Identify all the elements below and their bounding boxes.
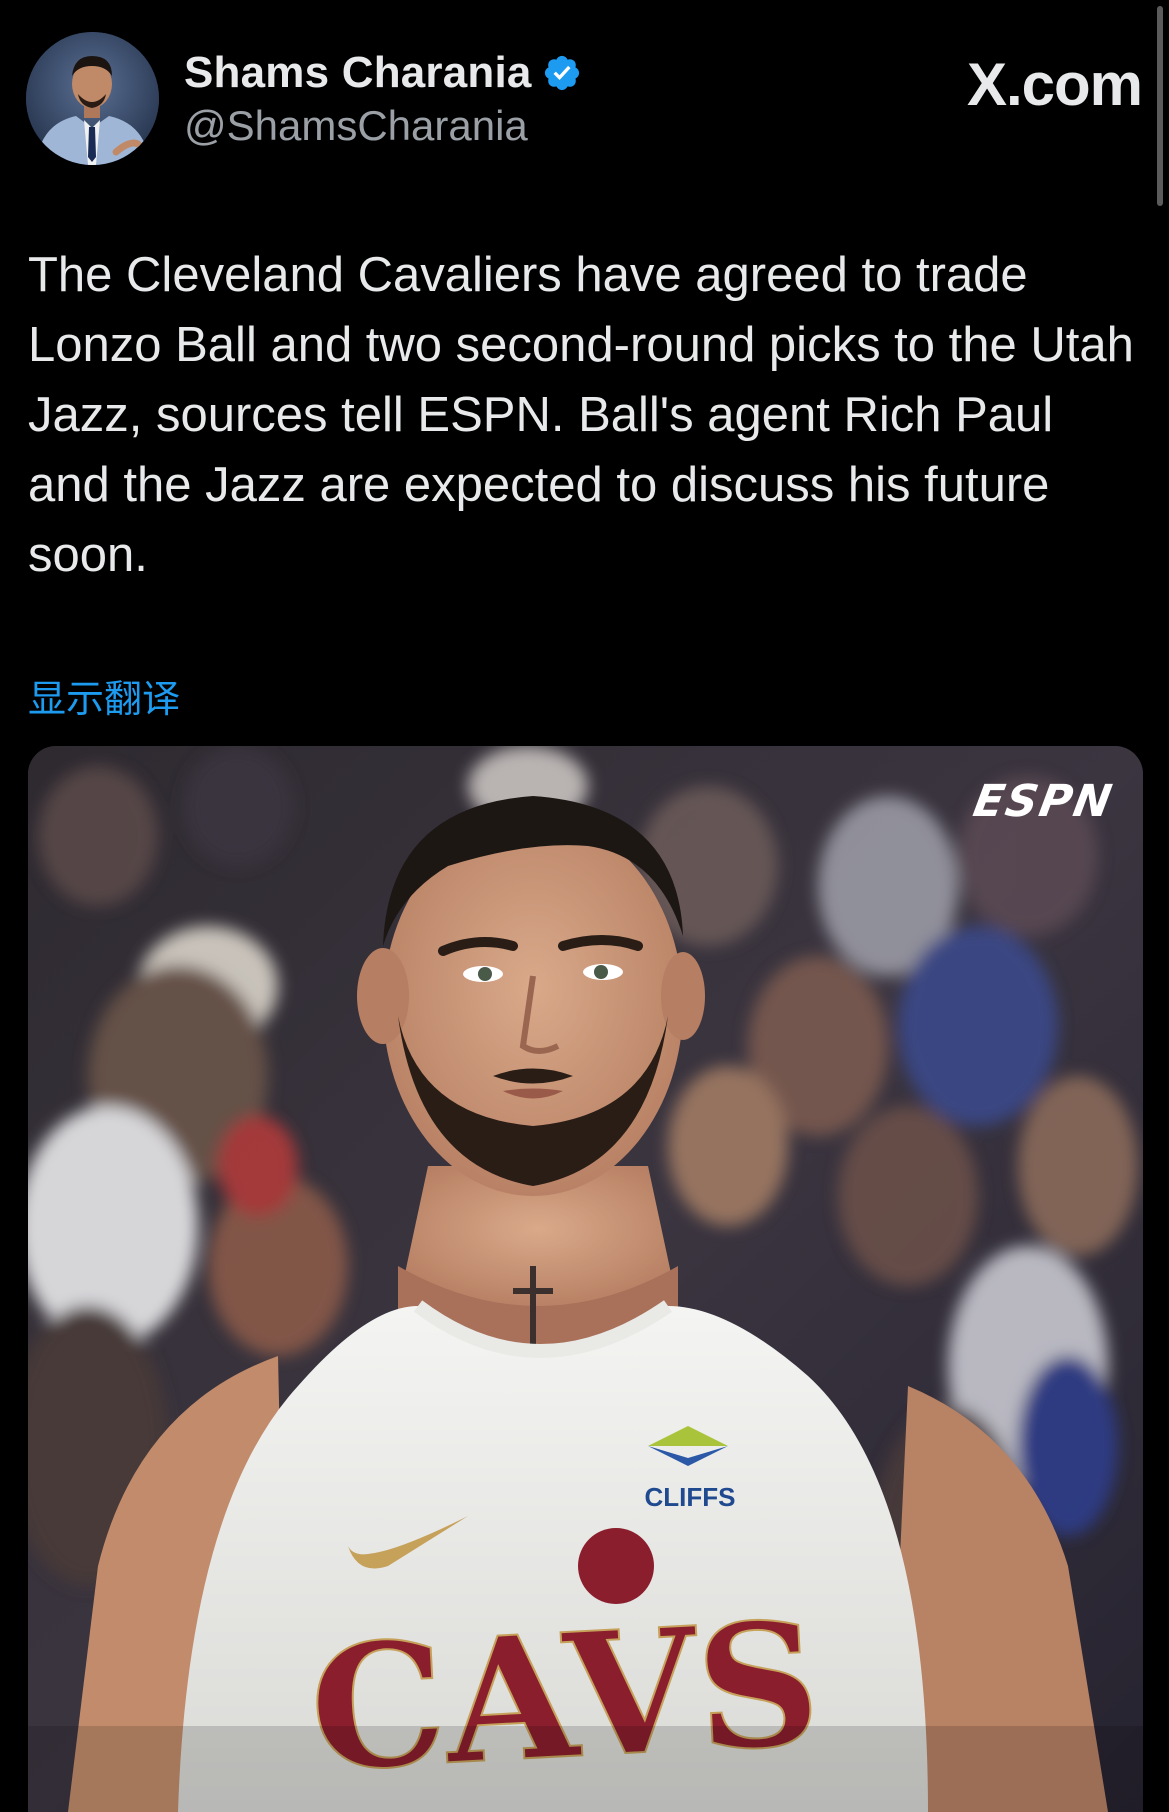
author-info[interactable]: Shams Charania @ShamsCharania (184, 48, 582, 150)
x-com-brand: X.com (966, 50, 1143, 119)
profile-photo (26, 32, 159, 165)
brand-label: X.com (966, 51, 1143, 118)
scrollbar[interactable] (1157, 6, 1163, 206)
lonzo-ball-photo: CLIFFS CAVS (28, 746, 1143, 1812)
tweet-text: The Cleveland Cavaliers have agreed to t… (28, 248, 1134, 582)
display-name[interactable]: Shams Charania (184, 48, 532, 98)
jersey-sponsor: CLIFFS (645, 1482, 736, 1512)
espn-logo: ESPN (969, 776, 1118, 827)
tweet-media-photo[interactable]: CLIFFS CAVS ESPN (28, 746, 1143, 1812)
show-translation-link[interactable]: 显示翻译 (28, 668, 180, 723)
user-handle[interactable]: @ShamsCharania (184, 102, 582, 150)
avatar[interactable] (26, 32, 159, 165)
tweet-header: Shams Charania @ShamsCharania X.com (26, 32, 1146, 172)
verified-badge-icon (542, 53, 582, 93)
